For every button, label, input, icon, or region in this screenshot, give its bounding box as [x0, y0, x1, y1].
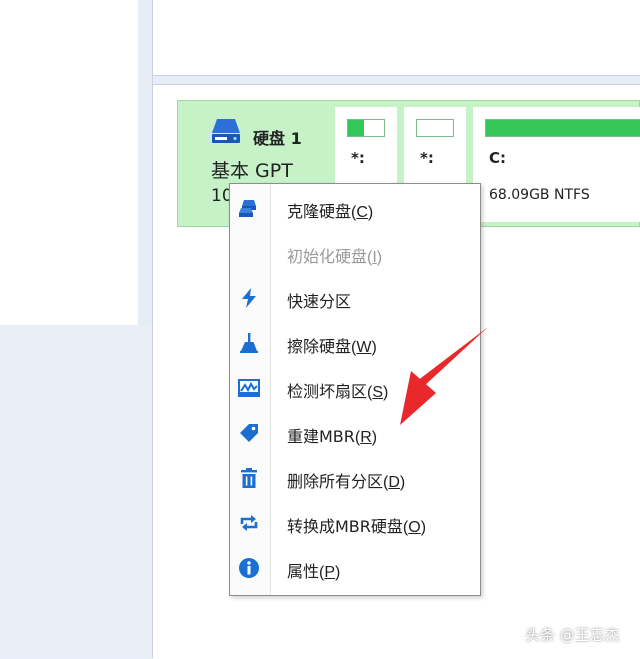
- menu-item-label: 快速分区: [287, 292, 352, 311]
- menu-item-shortcut: W: [356, 339, 372, 356]
- context-menu: 克隆硬盘(C) 初始化硬盘(I) 快速分区 擦除硬盘(W) 检测坏扇区(S) 重…: [229, 183, 481, 596]
- partition-label: *:: [351, 149, 365, 167]
- menu-item-properties[interactable]: 属性(P): [230, 546, 480, 591]
- clone-disk-icon: [239, 200, 256, 217]
- partition-usage-bar: [416, 119, 454, 137]
- menu-item-shortcut: R: [360, 429, 372, 446]
- menu-item-shortcut: S: [372, 384, 384, 401]
- menu-item-quick-partition[interactable]: 快速分区: [230, 276, 480, 321]
- menu-item-label: 克隆硬盘: [287, 202, 352, 221]
- lightning-icon: [242, 288, 256, 308]
- partition-usage-bar: [347, 119, 385, 137]
- partition-usage-bar: [485, 119, 640, 137]
- info-icon: [239, 558, 259, 578]
- menu-item-label: 删除所有分区: [287, 472, 384, 491]
- watermark: 头条 @王忘杰: [525, 626, 620, 644]
- left-panel-lower: [0, 325, 152, 658]
- menu-item-label: 属性: [287, 562, 320, 581]
- partition-label: C:: [489, 149, 507, 167]
- menu-item-initialize-disk[interactable]: 初始化硬盘(I): [230, 231, 480, 276]
- bad-sector-icon: [238, 379, 260, 397]
- left-panel: [0, 0, 138, 325]
- menu-item-wipe-disk[interactable]: 擦除硬盘(W): [230, 321, 480, 366]
- partition-usage-fill: [486, 120, 640, 136]
- disk-type: 基本 GPT: [211, 160, 293, 182]
- menu-item-shortcut: P: [324, 564, 336, 581]
- hard-disk-icon: [212, 119, 240, 143]
- menu-item-label: 转换成MBR硬盘: [287, 517, 403, 536]
- menu-item-convert-to-mbr[interactable]: 转换成MBR硬盘(O): [230, 501, 480, 546]
- menu-item-shortcut: O: [408, 519, 421, 536]
- partition-label: *:: [420, 149, 434, 167]
- trash-icon: [241, 468, 257, 488]
- menu-item-check-bad-sectors[interactable]: 检测坏扇区(S): [230, 366, 480, 411]
- partition-usage-fill: [348, 120, 365, 136]
- menu-item-label: 检测坏扇区: [287, 382, 368, 401]
- menu-item-clone-disk[interactable]: 克隆硬盘(C): [230, 186, 480, 231]
- menu-item-shortcut: D: [388, 474, 400, 491]
- menu-item-label: 重建MBR: [287, 427, 355, 446]
- disk-name: 硬盘 1: [253, 129, 302, 148]
- menu-item-shortcut: C: [356, 204, 368, 221]
- partition-block[interactable]: C: 68.09GB NTFS: [473, 107, 640, 222]
- convert-icon: [240, 515, 258, 531]
- menu-item-shortcut: I: [372, 249, 377, 266]
- top-panel: [153, 0, 640, 76]
- broom-icon: [240, 333, 258, 353]
- menu-item-label: 初始化硬盘: [287, 247, 368, 266]
- menu-item-label: 擦除硬盘: [287, 337, 352, 356]
- tag-icon: [240, 424, 258, 442]
- menu-item-rebuild-mbr[interactable]: 重建MBR(R): [230, 411, 480, 456]
- menu-item-delete-all-partitions[interactable]: 删除所有分区(D): [230, 456, 480, 501]
- partition-detail: 68.09GB NTFS: [489, 187, 590, 203]
